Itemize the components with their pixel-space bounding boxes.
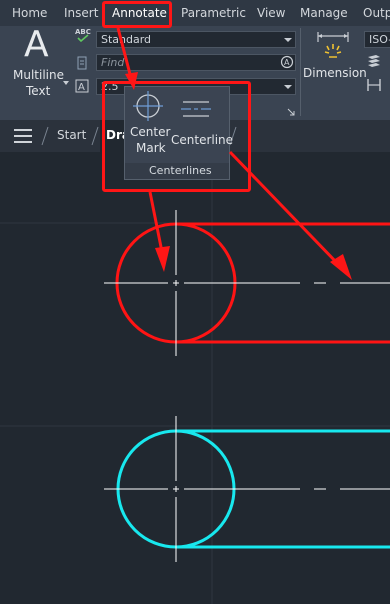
menu-bar: Home Insert Annotate Parametric View Man… [0, 0, 390, 26]
multiline-text-button[interactable]: A Multiline Text [4, 24, 70, 100]
svg-text:A: A [78, 82, 85, 93]
svg-text:A: A [284, 58, 290, 67]
menu-tab-manage[interactable]: Manage [300, 6, 348, 20]
cyan-center-mark[interactable] [104, 416, 248, 562]
menu-tab-output[interactable]: Outp [363, 6, 390, 20]
tab-slash-divider [91, 126, 99, 146]
drawing-canvas[interactable] [0, 152, 390, 604]
panel-expander-icon[interactable] [287, 108, 295, 116]
menu-tab-insert[interactable]: Insert [64, 6, 98, 20]
check-icon [77, 34, 89, 42]
dim-style-icon[interactable] [366, 54, 382, 70]
hamburger-menu-icon[interactable] [14, 129, 32, 143]
dimension-label: Dimension [303, 66, 367, 80]
multiline-label: Multiline [13, 68, 64, 82]
text-style-value: Standard [101, 33, 152, 46]
find-text-icon[interactable] [77, 56, 87, 70]
menu-tab-parametric[interactable]: Parametric [181, 6, 246, 20]
menu-tab-home[interactable]: Home [12, 6, 47, 20]
text-height-icon[interactable]: A [75, 79, 89, 93]
find-placeholder: Find [101, 56, 125, 69]
menu-tab-view[interactable]: View [257, 6, 285, 20]
annotate-tab-highlight [102, 1, 172, 28]
text-label: Text [26, 84, 51, 98]
dim-style-combo[interactable]: ISO- [364, 31, 390, 48]
linear-dim-icon[interactable] [366, 78, 382, 92]
multiline-text-icon: A [24, 24, 49, 65]
tab-start[interactable]: Start [57, 128, 86, 142]
find-search-icon[interactable]: A [280, 55, 294, 69]
ribbon-divider [300, 28, 301, 116]
multiline-dropdown-icon[interactable] [63, 81, 69, 85]
find-text-field[interactable]: Find [96, 54, 296, 71]
dim-style-value: ISO- [369, 33, 390, 46]
tab-slash-divider [41, 126, 49, 146]
chevron-down-icon [284, 38, 292, 42]
dimension-icon [317, 32, 349, 58]
centerlines-panel-highlight [102, 81, 251, 192]
dimension-button[interactable]: Dimension [302, 26, 367, 96]
text-style-combo[interactable]: Standard [96, 31, 296, 48]
chevron-down-icon [284, 85, 292, 89]
grid-lines [0, 152, 390, 604]
red-center-mark[interactable] [104, 210, 248, 356]
